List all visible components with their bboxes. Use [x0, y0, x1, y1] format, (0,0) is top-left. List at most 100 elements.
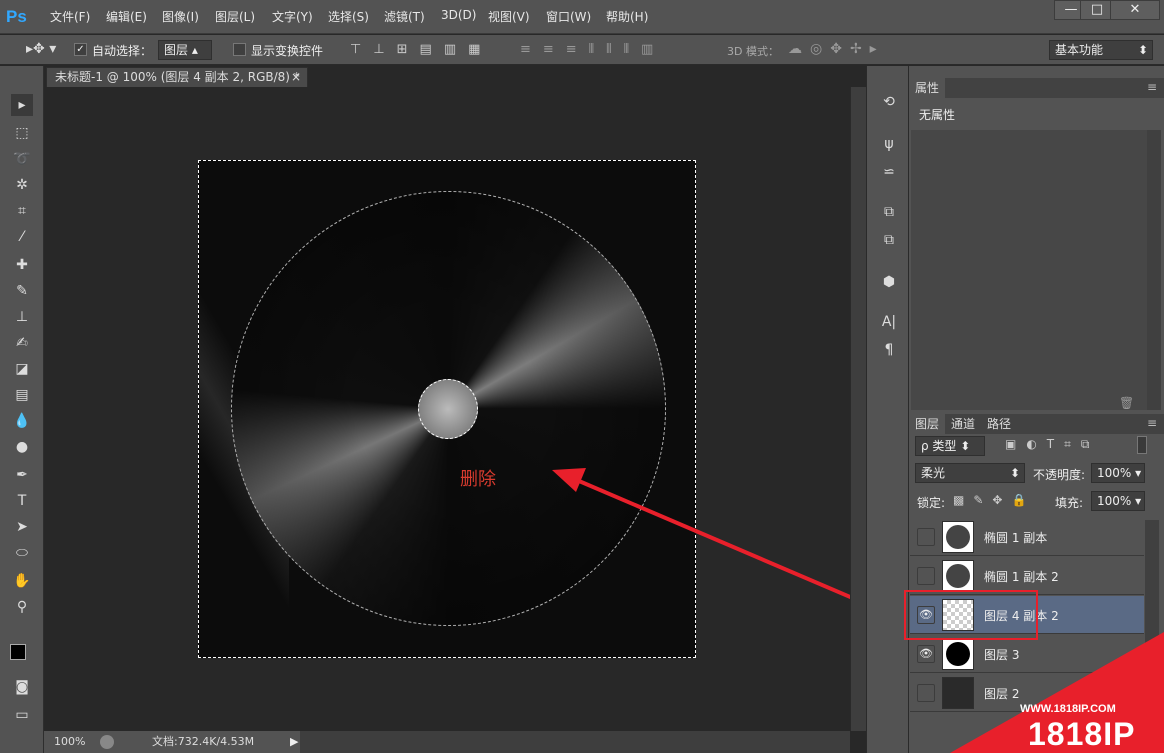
workspace-dropdown[interactable]: 基本功能 ⬍: [1049, 40, 1153, 60]
fill-field[interactable]: 100% ▾: [1091, 491, 1145, 511]
align-icons[interactable]: ⊤⊥⊞▤▥▦: [350, 42, 492, 57]
menu-window[interactable]: 窗口(W): [546, 8, 591, 25]
clone-stamp-icon[interactable]: ⊥: [11, 306, 33, 328]
brush-settings-icon[interactable]: ⋍: [879, 162, 899, 182]
paragraph-panel-icon[interactable]: ¶: [879, 340, 899, 360]
eyedropper-icon[interactable]: ⁄: [11, 226, 33, 248]
tab-paths[interactable]: 路径: [981, 414, 1017, 434]
panel-menu-icon[interactable]: ≡: [1147, 80, 1157, 94]
brush-presets-icon[interactable]: ψ: [879, 134, 899, 154]
properties-tabbar: 属性 ≡: [909, 78, 1164, 98]
lock-icons[interactable]: ▩✎✥🔒: [953, 493, 1035, 507]
hand-tool-icon[interactable]: ✋: [11, 570, 33, 592]
show-transform-checkbox[interactable]: [233, 43, 246, 56]
distribute-icons[interactable]: ≡≡≡⫴⫴⫴▥: [520, 42, 665, 57]
history-brush-icon[interactable]: ✍: [11, 332, 33, 354]
move-tool-preset-icon[interactable]: ▸✥ ▾: [26, 41, 56, 57]
close-window-button[interactable]: ✕: [1110, 0, 1160, 20]
layer-filter-icons[interactable]: ▣◐T⌗⧉: [1005, 437, 1099, 452]
show-transform-label: 显示变换控件: [251, 44, 324, 58]
tab-channels[interactable]: 通道: [945, 414, 981, 434]
tab-layers[interactable]: 图层: [909, 414, 946, 434]
layer-name[interactable]: 椭圆 1 副本 2: [984, 568, 1059, 585]
menu-select[interactable]: 选择(S): [328, 8, 369, 25]
character-panel-icon[interactable]: A|: [879, 312, 899, 332]
tool-presets-icon[interactable]: ⧉: [879, 230, 899, 250]
layer-row[interactable]: 椭圆 1 副本: [910, 518, 1144, 556]
menu-file[interactable]: 文件(F): [50, 8, 90, 25]
opacity-label: 不透明度:: [1033, 468, 1086, 482]
blend-mode-value: 柔光: [921, 466, 946, 480]
menu-edit[interactable]: 编辑(E): [106, 8, 147, 25]
menu-bar: Ps 文件(F) 编辑(E) 图像(I) 图层(L) 文字(Y) 选择(S) 滤…: [0, 0, 1164, 34]
annotation-delete-label: 删除: [460, 469, 496, 490]
clone-source-icon[interactable]: ⧉: [879, 202, 899, 222]
type-tool-icon[interactable]: T: [11, 490, 33, 512]
layer-filter-value: ρ 类型: [921, 439, 957, 453]
screen-mode-icon[interactable]: ▭: [11, 704, 33, 726]
gradient-tool-icon[interactable]: ▤: [11, 384, 33, 406]
fill-value: 100%: [1097, 494, 1132, 508]
filter-toggle[interactable]: [1137, 436, 1147, 454]
auto-select-dropdown[interactable]: 图层 ▴: [158, 40, 212, 60]
blur-tool-icon[interactable]: 💧: [11, 410, 33, 432]
crop-tool-icon[interactable]: ⌗: [11, 200, 33, 222]
watermark-brand: 1818IP: [1028, 716, 1136, 752]
magic-wand-icon[interactable]: ✲: [11, 174, 33, 196]
brush-tool-icon[interactable]: ✎: [11, 280, 33, 302]
vertical-scrollbar[interactable]: [850, 87, 866, 731]
3d-panel-icon[interactable]: ⬢: [879, 272, 899, 292]
layers-panel-menu-icon[interactable]: ≡: [1147, 416, 1157, 430]
blend-mode-dropdown[interactable]: 柔光 ⬍: [915, 463, 1025, 483]
maximize-button[interactable]: □: [1080, 0, 1114, 20]
properties-scrollbar[interactable]: [1147, 130, 1161, 410]
visibility-toggle[interactable]: [917, 528, 935, 546]
dodge-tool-icon[interactable]: ●: [11, 436, 33, 458]
menu-view[interactable]: 视图(V): [488, 8, 530, 25]
status-menu-arrow-icon[interactable]: ▶: [290, 731, 298, 753]
properties-body: [911, 130, 1147, 410]
pen-tool-icon[interactable]: ✒: [11, 464, 33, 486]
visibility-toggle[interactable]: [917, 567, 935, 585]
layer-thumbnail: [942, 521, 974, 553]
healing-brush-icon[interactable]: ✚: [11, 254, 33, 276]
status-bar: 100% 文档:732.4K/4.53M ▶: [44, 731, 300, 753]
quick-mask-icon[interactable]: ◙: [11, 676, 33, 698]
eraser-tool-icon[interactable]: ◪: [11, 358, 33, 380]
menu-image[interactable]: 图像(I): [162, 8, 199, 25]
trash-icon[interactable]: 🗑: [1119, 396, 1134, 410]
zoom-tool-icon[interactable]: ⚲: [11, 596, 33, 618]
auto-select-checkbox[interactable]: ✓: [74, 43, 87, 56]
auto-select-value: 图层: [164, 43, 189, 57]
tools-panel: ▸ ⬚ ➰ ✲ ⌗ ⁄ ✚ ✎ ⊥ ✍ ◪ ▤ 💧 ● ✒ T ➤ ⬭ ✋ ⚲ …: [0, 66, 44, 753]
history-panel-icon[interactable]: ⟲: [879, 92, 899, 112]
menu-help[interactable]: 帮助(H): [606, 8, 648, 25]
lasso-tool-icon[interactable]: ➰: [11, 148, 33, 170]
fill-label: 填充:: [1055, 496, 1084, 510]
document-size: 文档:732.4K/4.53M: [152, 735, 255, 748]
opacity-field[interactable]: 100% ▾: [1091, 463, 1145, 483]
marquee-tool-icon[interactable]: ⬚: [11, 122, 33, 144]
document-tab[interactable]: 未标题-1 @ 100% (图层 4 副本 2, RGB/8) * ×: [46, 67, 308, 87]
properties-empty-text: 无属性: [919, 108, 956, 122]
disc-hub-selection: [418, 379, 478, 439]
zoom-level[interactable]: 100%: [54, 731, 85, 753]
3d-mode-label: 3D 模式：: [727, 45, 779, 58]
ellipse-tool-icon[interactable]: ⬭: [11, 542, 33, 564]
layer-filter-dropdown[interactable]: ρ 类型 ⬍: [915, 436, 985, 456]
layers-tabbar: 图层 通道 路径 ≡: [909, 414, 1164, 434]
3d-mode-icons[interactable]: ☁◎✥✢▸: [788, 41, 885, 57]
menu-type[interactable]: 文字(Y): [272, 8, 313, 25]
status-info-icon[interactable]: [100, 735, 114, 749]
horizontal-scrollbar[interactable]: [300, 731, 850, 753]
menu-3d[interactable]: 3D(D): [441, 8, 476, 22]
foreground-color-swatch[interactable]: [10, 644, 26, 660]
menu-filter[interactable]: 滤镜(T): [384, 8, 425, 25]
tab-properties[interactable]: 属性: [909, 78, 946, 98]
close-icon[interactable]: ×: [291, 68, 301, 87]
path-select-icon[interactable]: ➤: [11, 516, 33, 538]
document-title: 未标题-1 @ 100% (图层 4 副本 2, RGB/8) *: [55, 70, 300, 84]
move-tool-icon[interactable]: ▸: [11, 94, 33, 116]
menu-layer[interactable]: 图层(L): [215, 8, 255, 25]
layer-name[interactable]: 椭圆 1 副本: [984, 529, 1047, 546]
